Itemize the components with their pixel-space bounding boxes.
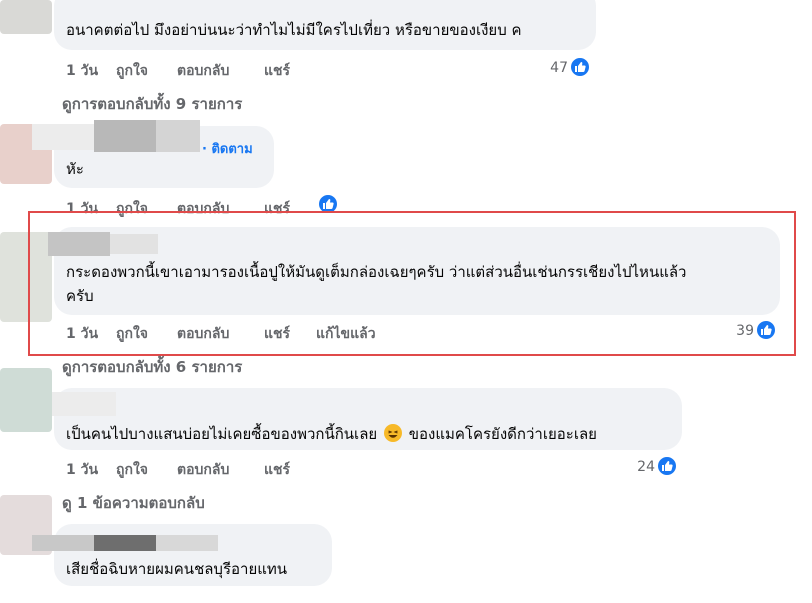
share-button[interactable]: แชร์ bbox=[264, 459, 290, 481]
view-replies-link[interactable]: ดูการตอบกลับทั้ง 6 รายการ bbox=[62, 355, 242, 379]
blurred-author-name bbox=[94, 120, 156, 152]
view-replies-link[interactable]: ดูการตอบกลับทั้ง 9 รายการ bbox=[62, 92, 242, 116]
timestamp-link[interactable]: 1 วัน bbox=[66, 459, 98, 481]
like-reaction-icon[interactable] bbox=[657, 456, 677, 476]
blurred-author-name bbox=[32, 124, 94, 150]
like-button[interactable]: ถูกใจ bbox=[116, 60, 148, 82]
avatar[interactable] bbox=[0, 0, 52, 34]
comment-text: อนาคตต่อไป มึงอย่าบ่นนะว่าทำไมไม่มีใครไป… bbox=[66, 21, 522, 39]
timestamp-link[interactable]: 1 วัน bbox=[66, 60, 98, 82]
comment-text: เสียชื่อฉิบหายผมคนชลบุรีอายแทน bbox=[66, 560, 288, 578]
reply-button[interactable]: ตอบกลับ bbox=[177, 459, 229, 481]
comment-text-part: เป็นคนไปบางแสนบ่อยไม่เคยซื้อของพวกนี้กิน… bbox=[66, 425, 378, 443]
reaction-count[interactable]: 24 bbox=[625, 459, 655, 475]
avatar[interactable] bbox=[0, 368, 52, 432]
reply-button[interactable]: ตอบกลับ bbox=[177, 60, 229, 82]
comment-text-part: ของแมคโครยังดีกว่าเยอะเลย bbox=[408, 425, 597, 443]
highlight-box bbox=[28, 211, 796, 356]
blurred-author-name bbox=[156, 535, 218, 551]
blurred-author-name bbox=[32, 535, 94, 551]
follow-link[interactable]: · ติดตาม bbox=[202, 138, 253, 159]
view-replies-link[interactable]: ดู 1 ข้อความตอบกลับ bbox=[62, 491, 205, 515]
blurred-author-name bbox=[156, 120, 200, 152]
share-button[interactable]: แชร์ bbox=[264, 60, 290, 82]
like-button[interactable]: ถูกใจ bbox=[116, 459, 148, 481]
comment-text: หัะ bbox=[66, 160, 84, 178]
laughing-face-icon bbox=[383, 424, 402, 442]
blurred-author-name bbox=[52, 392, 116, 416]
like-reaction-icon[interactable] bbox=[570, 57, 590, 77]
blurred-author-name bbox=[94, 535, 156, 551]
comment-text: เป็นคนไปบางแสนบ่อยไม่เคยซื้อของพวกนี้กิน… bbox=[66, 424, 597, 444]
reaction-count[interactable]: 47 bbox=[538, 60, 568, 76]
